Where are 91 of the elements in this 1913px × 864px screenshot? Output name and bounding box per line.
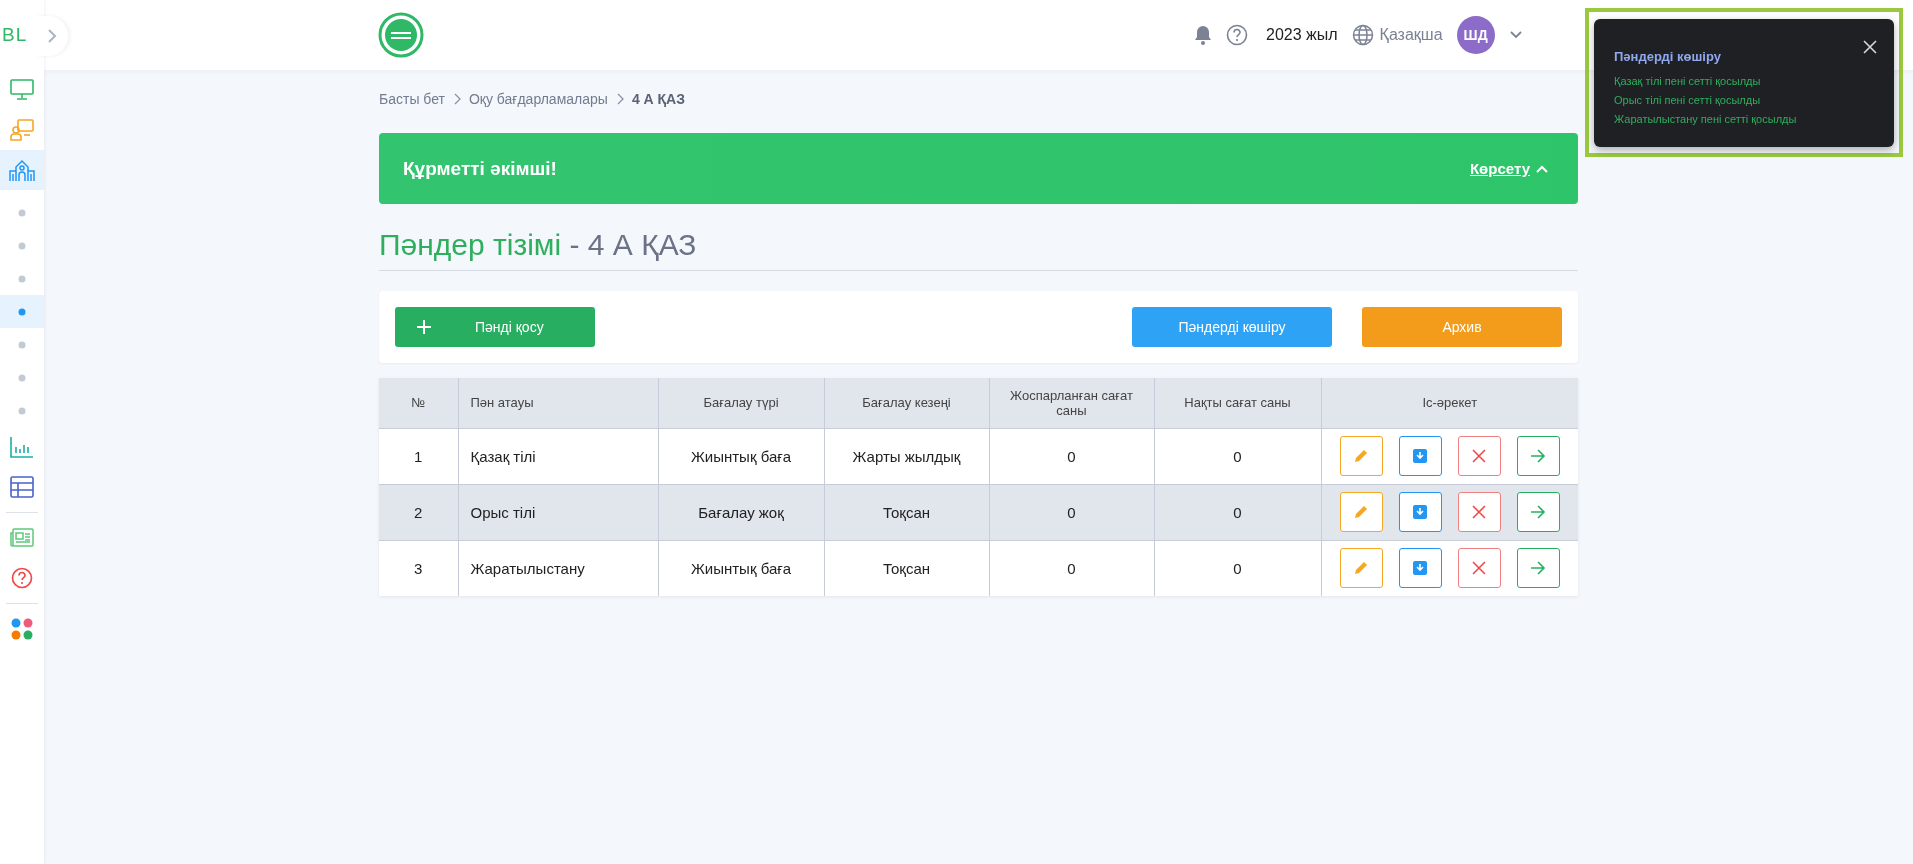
help-icon	[11, 567, 33, 589]
delete-button[interactable]	[1457, 436, 1501, 476]
archive-row-button[interactable]	[1398, 548, 1442, 589]
toast-message: Орыс тілі пені сетті қосылды	[1614, 92, 1762, 108]
archive-row-button[interactable]	[1398, 436, 1442, 476]
open-button[interactable]	[1516, 436, 1560, 476]
delete-button[interactable]	[1457, 492, 1501, 532]
table-cell: Бағалау жоқ	[658, 484, 824, 540]
arrow-right-icon	[1530, 449, 1547, 463]
download-box-icon	[1412, 504, 1429, 520]
chevron-right-icon	[615, 93, 624, 105]
chevron-right-icon	[47, 28, 57, 44]
user-avatar[interactable]: ШД	[1456, 16, 1495, 54]
show-toggle[interactable]: Көрсету	[1469, 160, 1548, 177]
table-cell: 0	[1154, 540, 1321, 596]
dot-icon	[18, 373, 26, 382]
caret-icon[interactable]	[1508, 30, 1523, 40]
table-cell: Орыс тілі	[458, 484, 658, 540]
edit-button[interactable]	[1339, 492, 1383, 532]
edit-button[interactable]	[1339, 436, 1383, 476]
monitor-icon	[10, 79, 34, 101]
toast-title: Пәндерді көшіру	[1614, 48, 1722, 64]
dot-icon	[18, 340, 26, 349]
column-header: Нақты сағат саны	[1154, 378, 1321, 428]
table-cell: Тоқсан	[824, 540, 989, 596]
open-button[interactable]	[1516, 492, 1560, 532]
breadcrumb-link[interactable]: 4 А ҚАЗ	[631, 91, 685, 107]
dot-icon	[18, 208, 26, 217]
table-icon	[10, 476, 34, 498]
archive-button[interactable]: Архив	[1362, 307, 1562, 347]
table-row[interactable]: 3 Жаратылыстану Жиынтық баға Тоқсан 0 0	[379, 540, 1578, 596]
table-cell: Жиынтық баға	[658, 540, 824, 596]
table-cell: 0	[989, 484, 1154, 540]
banner-title: Құрметті әкімші!	[403, 157, 557, 180]
edit-button[interactable]	[1339, 548, 1383, 589]
pencil-icon	[1353, 504, 1370, 520]
close-icon	[1863, 39, 1877, 54]
page-title: Пәндер тізімі - 4 А ҚАЗ	[379, 228, 1578, 271]
column-header: Бағалау түрі	[658, 378, 824, 428]
dot-icon	[18, 241, 26, 250]
apps-icon	[10, 617, 34, 641]
dot-icon	[18, 274, 26, 283]
column-header: Бағалау кезеңі	[824, 378, 989, 428]
sidebar-item[interactable]	[0, 295, 44, 328]
breadcrumb-link[interactable]: Оқу бағдарламалары	[468, 91, 608, 107]
arrow-right-icon	[1530, 505, 1547, 519]
bell-icon[interactable]	[1194, 25, 1212, 45]
globe-icon	[1351, 24, 1374, 46]
brand-logo-icon[interactable]	[378, 12, 424, 58]
table-cell: Жаратылыстану	[458, 540, 658, 596]
table-cell: Тоқсан	[824, 484, 989, 540]
delete-button[interactable]	[1457, 548, 1501, 589]
logo: BL	[1, 24, 28, 46]
table-cell: 3	[379, 540, 458, 596]
add-subject-button[interactable]: Пәнді қосу	[395, 307, 595, 347]
dot-icon	[18, 406, 26, 415]
bar-chart-icon	[10, 436, 34, 458]
table-cell: 0	[989, 540, 1154, 596]
year-selector[interactable]: 2023 жыл	[1266, 26, 1338, 44]
column-header: Іс-әрекет	[1321, 378, 1578, 428]
column-header: Пән атауы	[458, 378, 658, 428]
table-cell: 0	[1154, 484, 1321, 540]
help-icon[interactable]	[1226, 24, 1248, 46]
archive-row-button[interactable]	[1398, 492, 1442, 532]
plus-icon	[417, 320, 431, 334]
chevron-right-icon	[452, 93, 461, 105]
toast-message: Жаратылыстану пені сетті қосылды	[1614, 111, 1797, 127]
pencil-icon	[1353, 560, 1370, 577]
dot-icon	[18, 307, 26, 316]
teacher-board-icon	[10, 119, 34, 141]
breadcrumb-link[interactable]: Басты бет	[379, 91, 445, 107]
close-icon	[1472, 449, 1487, 463]
arrow-right-icon	[1530, 561, 1547, 576]
language-selector[interactable]: Қазақша	[1379, 26, 1443, 44]
close-icon	[1472, 561, 1487, 576]
copy-subjects-button[interactable]: Пәндерді көшіру	[1132, 307, 1332, 347]
open-button[interactable]	[1516, 548, 1560, 589]
pencil-icon	[1353, 448, 1370, 464]
building-icon	[9, 158, 35, 182]
column-header: №	[379, 378, 458, 428]
newspaper-icon	[10, 528, 34, 548]
column-header: Жоспарланған сағат саны	[989, 378, 1154, 428]
sidebar-toggle[interactable]	[36, 16, 68, 56]
toast-message: Қазақ тілі пені сетті қосылды	[1614, 73, 1762, 89]
download-box-icon	[1412, 448, 1429, 464]
table-row[interactable]: 2 Орыс тілі Бағалау жоқ Тоқсан 0 0	[379, 484, 1578, 540]
table-cell: 2	[379, 484, 458, 540]
download-box-icon	[1412, 560, 1429, 577]
sidebar-item[interactable]	[0, 150, 44, 190]
close-icon	[1472, 505, 1487, 519]
chevron-icon	[1536, 164, 1548, 173]
